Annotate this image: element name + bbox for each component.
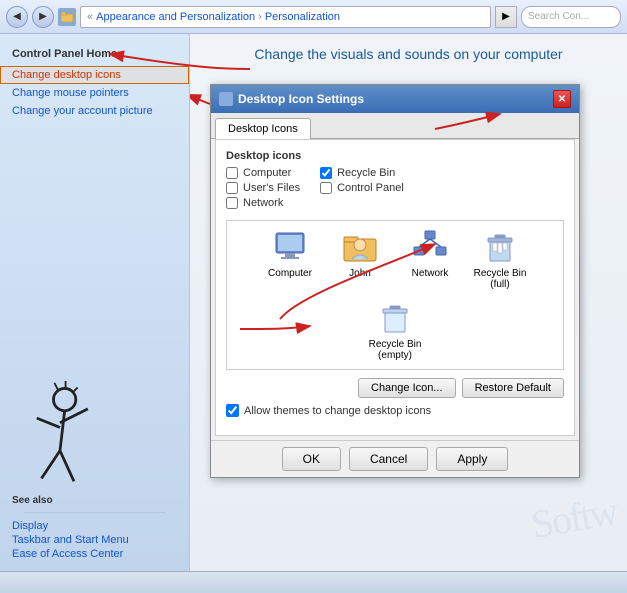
restore-default-button[interactable]: Restore Default [462,378,564,398]
forward-button[interactable]: ▶ [32,6,54,28]
checkboxes-container: Computer User's Files Network [226,167,564,212]
sidebar: Control Panel Home Change desktop icons … [0,34,190,571]
icon-john[interactable]: John [330,229,390,290]
icons-grid: Computer John [226,220,564,370]
address-bar: ◀ ▶ « Appearance and Personalization › P… [0,0,627,34]
back-button[interactable]: ◀ [6,6,28,28]
main-area: Control Panel Home Change desktop icons … [0,34,627,571]
path-appearance[interactable]: Appearance and Personalization [96,11,255,23]
sidebar-item-change-account-picture[interactable]: Change your account picture [0,102,189,120]
checkboxes-left: Computer User's Files Network [226,167,300,212]
sidebar-item-change-mouse-pointers[interactable]: Change mouse pointers [0,84,189,102]
dialog-tabs: Desktop Icons [211,113,579,139]
folder-icon [58,8,76,26]
search-box[interactable]: Search Con... [521,6,621,28]
recycle-bin-empty-svg-icon [377,300,413,336]
network-svg-icon [412,229,448,265]
path-separator: « [87,11,93,23]
sidebar-item-change-desktop-icons[interactable]: Change desktop icons [0,66,189,84]
change-icon-button[interactable]: Change Icon... [358,378,456,398]
see-also-display[interactable]: Display [12,519,177,533]
dialog-desktop-icon-settings: Desktop Icon Settings ✕ Desktop Icons De… [210,84,580,478]
dialog-close-button[interactable]: ✕ [553,90,571,108]
path-personalization[interactable]: Personalization [265,11,340,23]
checkbox-computer[interactable] [226,167,238,179]
computer-svg-icon [272,229,308,265]
checkboxes-right: Recycle Bin Control Panel [320,167,404,212]
dialog-icon [219,92,233,106]
checkbox-usersfiles-row: User's Files [226,182,300,194]
icon-recycle-bin-full-label: Recycle Bin (full) [474,268,527,290]
icon-john-label: John [349,268,371,279]
checkbox-users-files[interactable] [226,182,238,194]
checkbox-control-panel-label: Control Panel [337,182,404,194]
icon-recycle-bin-full[interactable]: Recycle Bin (full) [470,229,530,290]
icon-network[interactable]: Network [400,229,460,290]
checkbox-network-label: Network [243,197,283,209]
allow-themes-label: Allow themes to change desktop icons [244,405,431,417]
checkbox-control-panel[interactable] [320,182,332,194]
recycle-bin-full-svg-icon [482,229,518,265]
checkbox-recycle-bin-label: Recycle Bin [337,167,395,179]
page-title: Change the visuals and sounds on your co… [202,46,615,62]
divider [24,512,165,513]
dialog-title-text: Desktop Icon Settings [238,92,364,106]
address-path: « Appearance and Personalization › Perso… [80,6,491,28]
status-bar [0,571,627,593]
checkbox-recycle-bin[interactable] [320,167,332,179]
sidebar-home-title[interactable]: Control Panel Home [0,44,189,64]
content-area: Change the visuals and sounds on your co… [190,34,627,571]
checkbox-controlpanel-row: Control Panel [320,182,404,194]
search-placeholder: Search Con... [528,11,589,22]
watermark: Softw [528,487,620,548]
dialog-body: Desktop icons Computer User's Files [215,139,575,436]
main-window: ◀ ▶ « Appearance and Personalization › P… [0,0,627,593]
path-arrow: › [258,11,262,23]
checkbox-recyclebin-row: Recycle Bin [320,167,404,179]
see-also-taskbar[interactable]: Taskbar and Start Menu [12,533,177,547]
john-svg-icon [342,229,378,265]
see-also-title: See also [12,495,177,506]
dialog-title-area: Desktop Icon Settings [219,92,364,106]
allow-themes-checkbox[interactable] [226,404,239,417]
cancel-button[interactable]: Cancel [349,447,428,471]
ok-button[interactable]: OK [282,447,341,471]
dialog-titlebar: Desktop Icon Settings ✕ [211,85,579,113]
icon-computer[interactable]: Computer [260,229,320,290]
icon-recycle-bin-empty-label: Recycle Bin (empty) [369,339,422,361]
allow-themes-row: Allow themes to change desktop icons [226,404,564,417]
see-also-ease-of-access[interactable]: Ease of Access Center [12,547,177,561]
checkbox-users-files-label: User's Files [243,182,300,194]
checkbox-network[interactable] [226,197,238,209]
checkbox-network-row: Network [226,197,300,209]
icon-network-label: Network [412,268,449,279]
icon-computer-label: Computer [268,268,312,279]
icon-action-buttons: Change Icon... Restore Default [226,378,564,398]
icon-recycle-bin-empty[interactable]: Recycle Bin (empty) [365,300,425,361]
apply-button[interactable]: Apply [436,447,508,471]
dialog-footer: OK Cancel Apply [211,440,579,477]
desktop-icons-section-label: Desktop icons [226,150,564,162]
tab-desktop-icons[interactable]: Desktop Icons [215,118,311,139]
stickman-figure [10,381,110,511]
go-button[interactable]: ▶ [495,6,517,28]
see-also-section: See also Display Taskbar and Start Menu … [0,495,189,561]
checkbox-computer-label: Computer [243,167,291,179]
checkbox-computer-row: Computer [226,167,300,179]
